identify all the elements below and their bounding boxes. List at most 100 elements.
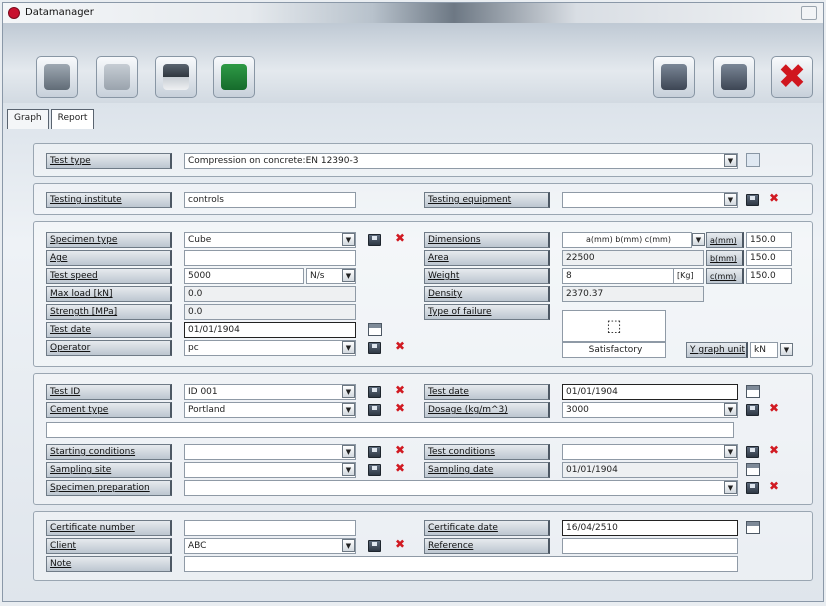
y-graph-unit-field[interactable]: kN [750, 342, 778, 358]
calendar-icon[interactable] [746, 463, 760, 476]
chevron-down-icon[interactable]: ▼ [780, 343, 793, 356]
save-icon[interactable] [368, 342, 381, 354]
print-button[interactable] [155, 56, 197, 98]
save-as-button[interactable] [713, 56, 755, 98]
specimen-type-label: Specimen type [46, 232, 172, 248]
client-field[interactable]: ABC [184, 538, 356, 554]
delete-icon[interactable]: ✖ [394, 444, 406, 457]
refresh-icon[interactable] [746, 153, 760, 167]
operator-field[interactable]: pc [184, 340, 356, 356]
starting-conditions-field[interactable] [184, 444, 356, 460]
close-button[interactable]: ✖ [771, 56, 813, 98]
weight-label: Weight [424, 268, 550, 284]
testing-equipment-field[interactable] [562, 192, 738, 208]
b-mm-label: b(mm) [706, 250, 744, 266]
failure-type-field[interactable]: Satisfactory [562, 342, 666, 358]
sampling-date-label: Sampling date [424, 462, 550, 478]
save-icon[interactable] [746, 482, 759, 494]
save-icon[interactable] [368, 464, 381, 476]
client-label: Client [46, 538, 172, 554]
save-icon[interactable] [368, 386, 381, 398]
test-speed-field[interactable]: 5000 [184, 268, 304, 284]
y-graph-unit-label: Y graph unit [686, 342, 748, 358]
chevron-down-icon[interactable]: ▼ [342, 539, 355, 552]
test-speed-label: Test speed [46, 268, 172, 284]
save-icon[interactable] [368, 446, 381, 458]
chevron-down-icon[interactable]: ▼ [342, 269, 355, 282]
save-icon [661, 64, 687, 90]
delete-icon[interactable]: ✖ [768, 444, 780, 457]
database-disabled-button[interactable] [96, 56, 138, 98]
printer-icon [163, 64, 189, 90]
chevron-down-icon[interactable]: ▼ [342, 385, 355, 398]
calendar-icon[interactable] [746, 521, 760, 534]
cement-type-field[interactable]: Portland [184, 402, 356, 418]
c-mm-field[interactable]: 150.0 [746, 268, 792, 284]
test-date-field[interactable]: 01/01/1904 [184, 322, 356, 338]
chevron-down-icon[interactable]: ▼ [342, 403, 355, 416]
app-icon [8, 7, 20, 19]
chevron-down-icon[interactable]: ▼ [724, 193, 737, 206]
testing-institute-field[interactable]: controls [184, 192, 356, 208]
window-control-button[interactable] [801, 6, 817, 20]
certificate-number-field[interactable] [184, 520, 356, 536]
failure-cube-icon[interactable]: ⬚ [562, 310, 666, 342]
specimen-type-field[interactable]: Cube [184, 232, 356, 248]
delete-icon[interactable]: ✖ [394, 462, 406, 475]
delete-icon[interactable]: ✖ [394, 384, 406, 397]
sampling-date-field[interactable]: 01/01/1904 [562, 462, 738, 478]
age-field[interactable] [184, 250, 356, 266]
c-mm-label: c(mm) [706, 268, 744, 284]
test-type-field[interactable]: Compression on concrete:EN 12390-3 [184, 153, 738, 169]
strength-label: Strength [MPa] [46, 304, 172, 320]
delete-icon[interactable]: ✖ [768, 192, 780, 205]
save-icon[interactable] [746, 446, 759, 458]
save-icon[interactable] [746, 404, 759, 416]
delete-icon[interactable]: ✖ [394, 402, 406, 415]
a-mm-field[interactable]: 150.0 [746, 232, 792, 248]
chevron-down-icon[interactable]: ▼ [342, 341, 355, 354]
database-button[interactable] [36, 56, 78, 98]
note-label: Note [46, 556, 172, 572]
test-conditions-field[interactable] [562, 444, 738, 460]
chevron-down-icon[interactable]: ▼ [692, 233, 705, 246]
close-x-icon: ✖ [777, 57, 807, 97]
chevron-down-icon[interactable]: ▼ [724, 403, 737, 416]
max-load-field: 0.0 [184, 286, 356, 302]
save-icon[interactable] [368, 540, 381, 552]
test-date-2-field[interactable]: 01/01/1904 [562, 384, 738, 400]
chevron-down-icon[interactable]: ▼ [342, 463, 355, 476]
save-icon[interactable] [368, 234, 381, 246]
chevron-down-icon[interactable]: ▼ [724, 445, 737, 458]
delete-icon[interactable]: ✖ [394, 538, 406, 551]
dimensions-field[interactable]: a(mm) b(mm) c(mm) [562, 232, 692, 248]
tab-graph[interactable]: Graph [7, 109, 49, 129]
calendar-icon[interactable] [368, 323, 382, 336]
institute-panel: Testing institute controls Testing equip… [33, 183, 813, 215]
notes-strip[interactable] [46, 422, 734, 438]
chevron-down-icon[interactable]: ▼ [342, 445, 355, 458]
dosage-field[interactable]: 3000 [562, 402, 738, 418]
export-excel-button[interactable] [213, 56, 255, 98]
note-field[interactable] [184, 556, 738, 572]
weight-field[interactable]: 8 [562, 268, 674, 284]
chevron-down-icon[interactable]: ▼ [342, 233, 355, 246]
save-icon[interactable] [368, 404, 381, 416]
calendar-icon[interactable] [746, 385, 760, 398]
delete-icon[interactable]: ✖ [394, 232, 406, 245]
reference-field[interactable] [562, 538, 738, 554]
tab-report[interactable]: Report [50, 109, 95, 129]
chevron-down-icon[interactable]: ▼ [724, 154, 737, 167]
chevron-down-icon[interactable]: ▼ [724, 481, 737, 494]
delete-icon[interactable]: ✖ [394, 340, 406, 353]
test-id-field[interactable]: ID 001 [184, 384, 356, 400]
delete-icon[interactable]: ✖ [768, 402, 780, 415]
certificate-date-field[interactable]: 16/04/2510 [562, 520, 738, 536]
save-icon[interactable] [746, 194, 759, 206]
b-mm-field[interactable]: 150.0 [746, 250, 792, 266]
tab-bar: Graph Report [7, 109, 96, 129]
specimen-preparation-field[interactable] [184, 480, 738, 496]
save-button[interactable] [653, 56, 695, 98]
delete-icon[interactable]: ✖ [768, 480, 780, 493]
sampling-site-field[interactable] [184, 462, 356, 478]
